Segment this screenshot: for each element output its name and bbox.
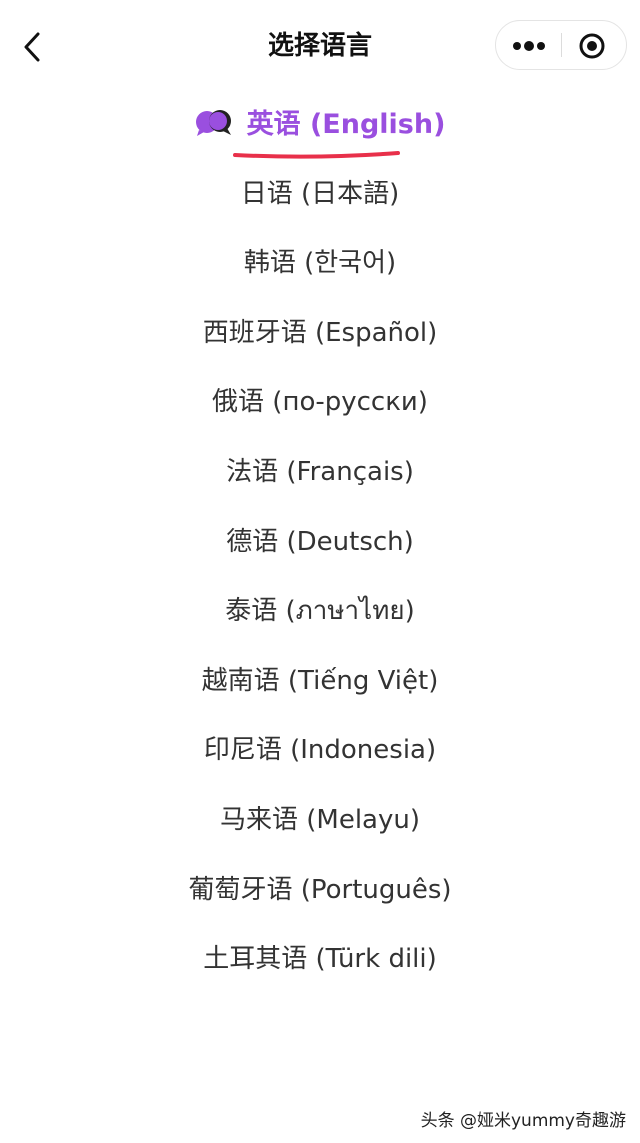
language-label: 印尼语 (Indonesia) <box>203 735 437 766</box>
language-item-russian[interactable]: 俄语 (по-русски) <box>0 368 640 438</box>
more-button[interactable] <box>496 21 562 69</box>
language-label: 德语 (Deutsch) <box>226 526 414 557</box>
language-label: 泰语 (ภาษาไทย) <box>225 596 415 627</box>
language-label: 日语 (日本語) <box>240 178 400 209</box>
language-item-korean[interactable]: 韩语 (한국어) <box>0 229 640 299</box>
language-label: 英语 (English) <box>246 109 446 140</box>
language-item-japanese[interactable]: 日语 (日本語) <box>0 160 640 230</box>
language-item-thai[interactable]: 泰语 (ภาษาไทย) <box>0 577 640 647</box>
language-item-french[interactable]: 法语 (Français) <box>0 438 640 508</box>
more-dots-icon <box>513 41 545 51</box>
language-item-german[interactable]: 德语 (Deutsch) <box>0 508 640 578</box>
language-list: 英语 (English) 日语 (日本語) 韩语 (한국어) 西班牙语 (Esp… <box>0 90 640 995</box>
language-item-portuguese[interactable]: 葡萄牙语 (Português) <box>0 856 640 926</box>
language-item-indonesian[interactable]: 印尼语 (Indonesia) <box>0 716 640 786</box>
language-label: 葡萄牙语 (Português) <box>188 874 452 905</box>
language-label: 马来语 (Melayu) <box>219 804 420 835</box>
close-button[interactable] <box>562 21 626 69</box>
speech-bubbles-icon <box>195 109 231 136</box>
language-label: 韩语 (한국어) <box>243 248 397 279</box>
language-item-vietnamese[interactable]: 越南语 (Tiếng Việt) <box>0 647 640 717</box>
language-item-spanish[interactable]: 西班牙语 (Español) <box>0 299 640 369</box>
mini-program-capsule <box>495 20 627 70</box>
language-label: 土耳其语 (Türk dili) <box>203 944 437 975</box>
language-item-turkish[interactable]: 土耳其语 (Türk dili) <box>0 925 640 995</box>
language-item-malay[interactable]: 马来语 (Melayu) <box>0 786 640 856</box>
language-label: 西班牙语 (Español) <box>202 317 438 348</box>
language-item-english[interactable]: 英语 (English) <box>0 90 640 160</box>
navigation-bar: 选择语言 <box>0 0 640 92</box>
language-label: 法语 (Français) <box>226 456 414 487</box>
language-label: 越南语 (Tiếng Việt) <box>201 665 439 696</box>
language-label: 俄语 (по-русски) <box>212 387 428 418</box>
watermark: 头条 @娅米yummy奇趣游 <box>420 1111 626 1131</box>
target-circle-icon <box>579 33 605 59</box>
